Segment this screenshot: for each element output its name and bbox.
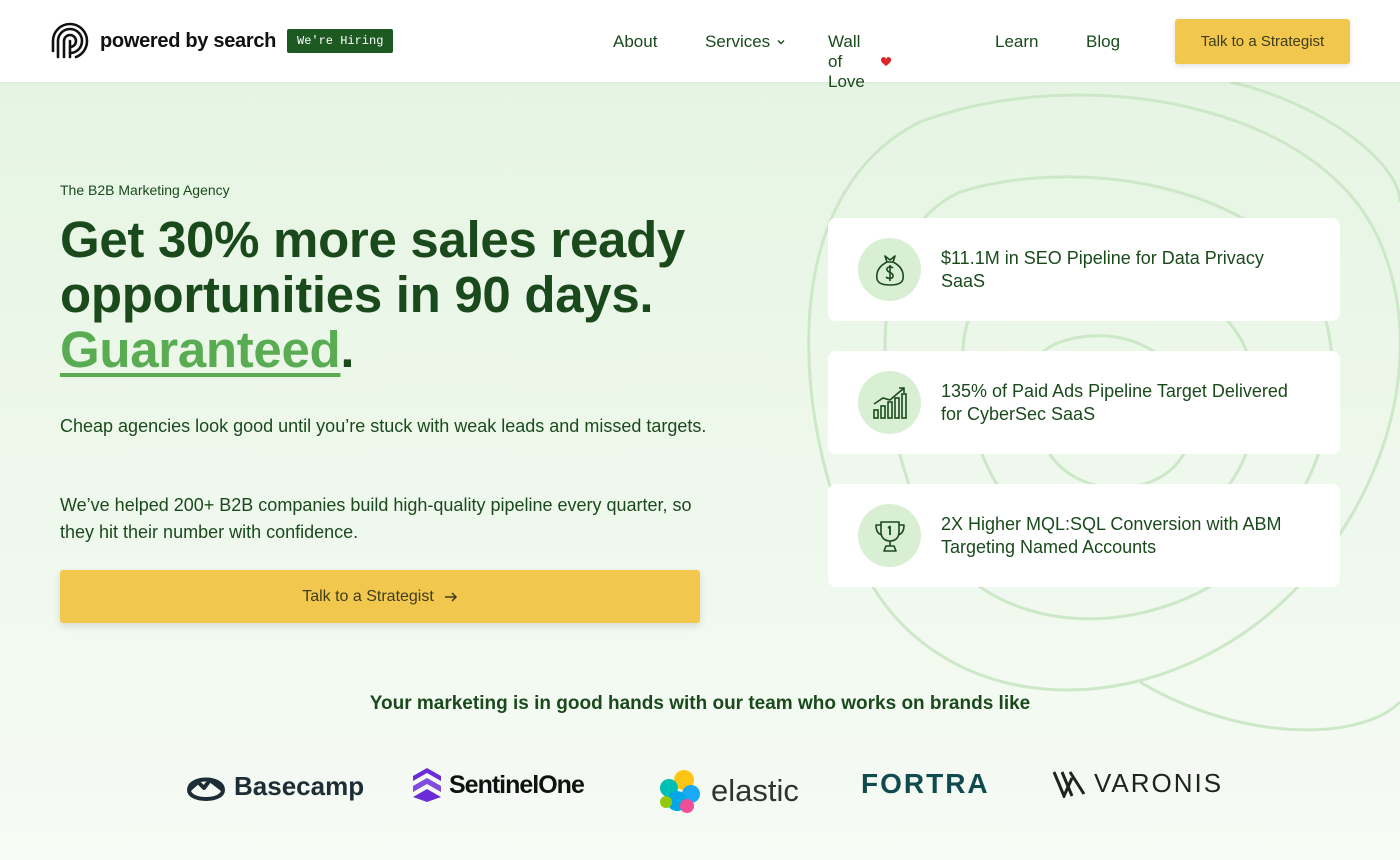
elastic-mark-icon — [660, 770, 700, 813]
hiring-badge[interactable]: We're Hiring — [287, 29, 394, 53]
brand-logo[interactable]: powered by search — [50, 21, 276, 61]
nav-blog[interactable]: Blog — [1086, 32, 1120, 52]
hero-eyebrow: The B2B Marketing Agency — [60, 182, 230, 198]
fortra-wordmark: FORTRA — [861, 768, 990, 799]
varonis-wordmark: VARONIS — [1094, 768, 1224, 798]
result-text: 135% of Paid Ads Pipeline Target Deliver… — [941, 380, 1288, 424]
brands-title: Your marketing is in good hands with our… — [369, 693, 1031, 714]
nav-services[interactable]: Services — [705, 32, 786, 52]
result-card-abm: 2X Higher MQL:SQL Conversion with ABM Ta… — [828, 484, 1340, 587]
hero-paragraph-2: We’ve helped 200+ B2B companies build hi… — [60, 495, 692, 542]
result-card-seo: $11.1M in SEO Pipeline for Data Privacy … — [828, 218, 1340, 321]
result-card-paid-ads: 135% of Paid Ads Pipeline Target Deliver… — [828, 351, 1340, 454]
growth-chart-icon — [858, 371, 921, 434]
money-bag-icon — [858, 238, 921, 301]
nav-about[interactable]: About — [613, 32, 657, 52]
arrow-right-icon — [444, 591, 457, 602]
headline-line-1: Get 30% more sales ready — [60, 211, 685, 268]
basecamp-wordmark: Basecamp — [234, 770, 365, 801]
hero-paragraph-1: Cheap agencies look good until you’re st… — [60, 416, 707, 436]
varonis-logo: VARONIS — [1052, 768, 1223, 799]
site-header: powered by search We're Hiring About Ser… — [0, 0, 1400, 91]
heart-icon — [880, 57, 891, 67]
varonis-mark-icon — [1052, 770, 1086, 798]
headline-highlight: Guaranteed — [60, 321, 341, 378]
elastic-wordmark: elastic — [711, 773, 799, 808]
nav-about-label: About — [613, 32, 658, 51]
result-text: $11.1M in SEO Pipeline for Data Privacy … — [941, 247, 1264, 291]
basecamp-logo: Basecamp — [186, 768, 364, 804]
headline-line-2: opportunities in 90 days. — [60, 266, 654, 323]
nav-services-label: Services — [705, 32, 771, 51]
headline-period: . — [340, 321, 355, 378]
elastic-logo: elastic — [657, 768, 799, 814]
hero-headline: Get 30% more sales ready opportunities i… — [60, 212, 760, 377]
basecamp-mark-icon — [187, 777, 225, 801]
hero-cta-label: Talk to a Strategist — [302, 587, 434, 605]
nav-wall-label: Wall of Love — [828, 32, 865, 91]
fingerprint-logo-icon — [51, 22, 89, 59]
nav-blog-label: Blog — [1086, 32, 1121, 51]
fortra-logo: FORTRA — [861, 768, 990, 800]
trophy-icon — [858, 504, 921, 567]
chevron-down-icon — [777, 40, 785, 45]
logo-text: powered by search — [100, 29, 277, 52]
sentinelone-logo: SentinelOne — [413, 768, 585, 802]
nav-learn-label: Learn — [995, 32, 1039, 51]
result-text: 2X Higher MQL:SQL Conversion with ABM Ta… — [941, 513, 1282, 557]
sentinelone-mark-icon — [413, 768, 441, 802]
sentinelone-wordmark: SentinelOne — [449, 770, 585, 799]
nav-learn[interactable]: Learn — [995, 32, 1038, 52]
talk-to-strategist-header-button[interactable]: Talk to a Strategist — [1175, 19, 1350, 64]
nav-wall-of-love[interactable]: Wall of Love — [828, 32, 891, 92]
talk-to-strategist-hero-button[interactable]: Talk to a Strategist — [60, 570, 700, 623]
